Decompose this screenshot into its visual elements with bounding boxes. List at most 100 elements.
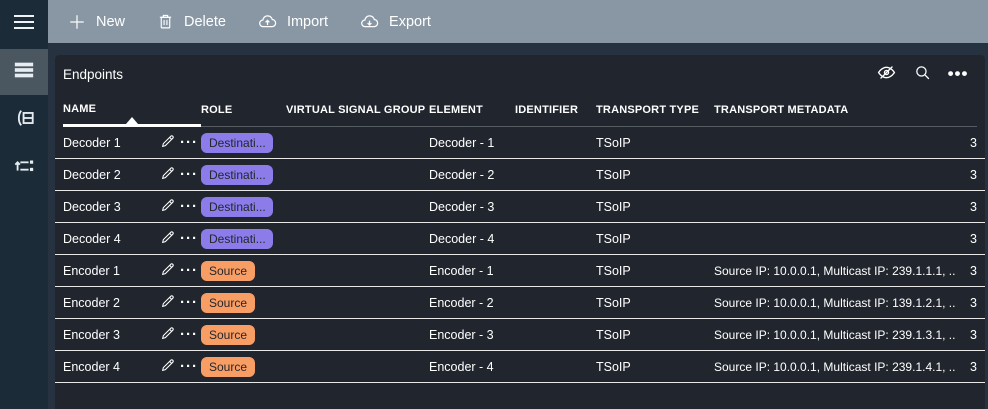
transport-type-cell: TSoIP (596, 135, 631, 150)
pencil-icon (160, 165, 176, 184)
edit-row-button[interactable] (158, 197, 178, 216)
column-header-virtual-signal-group[interactable]: VIRTUAL SIGNAL GROUP (286, 93, 429, 127)
count-cell: 3 (970, 199, 977, 214)
transport-type-cell: TSoIP (596, 263, 631, 278)
sidebar-item-routing[interactable] (0, 145, 48, 191)
row-more-button[interactable]: ··· (178, 135, 200, 150)
identifier-cell (515, 351, 596, 382)
column-header-role[interactable]: ROLE (201, 93, 286, 127)
endpoint-name: Encoder 3 (63, 327, 120, 342)
endpoint-name: Decoder 2 (63, 167, 121, 182)
identifier-cell (515, 319, 596, 350)
identifier-cell (515, 223, 596, 254)
column-header-transport-type[interactable]: TRANSPORT TYPE (596, 93, 714, 127)
endpoint-name: Encoder 2 (63, 295, 120, 310)
row-more-button[interactable]: ··· (178, 231, 200, 246)
table-row[interactable]: Decoder 2 ··· Destinati... Decoder - 2 T… (55, 159, 985, 191)
toolbar: New Delete Import Export (48, 0, 988, 43)
role-badge: Source (201, 260, 256, 281)
hamburger-menu-button[interactable] (0, 0, 48, 43)
role-badge: Destinati... (201, 164, 273, 185)
edit-row-button[interactable] (158, 357, 178, 376)
edit-row-button[interactable] (158, 229, 178, 248)
name-cell: Encoder 3 ··· (63, 319, 201, 350)
trash-icon (157, 13, 174, 30)
count-cell: 3 (970, 135, 977, 150)
table-body: Decoder 1 ··· Destinati... Decoder - 1 T… (55, 127, 985, 383)
delete-button[interactable]: Delete (141, 0, 242, 43)
element-cell: Decoder - 2 (429, 167, 495, 182)
panel-actions: ••• (873, 62, 971, 86)
cloud-download-icon (360, 12, 379, 31)
more-options-button[interactable]: ••• (945, 62, 971, 86)
sidebar-item-endpoint-groups[interactable] (0, 97, 48, 143)
transport-type-cell: TSoIP (596, 327, 631, 342)
column-header-transport-metadata[interactable]: TRANSPORT METADATA (714, 93, 955, 127)
element-cell: Decoder - 1 (429, 135, 495, 150)
role-badge: Destinati... (201, 132, 273, 153)
role-badge: Source (201, 292, 256, 313)
edit-row-button[interactable] (158, 165, 178, 184)
transport-type-cell: TSoIP (596, 199, 631, 214)
row-more-button[interactable]: ··· (178, 197, 200, 215)
pencil-icon (160, 325, 176, 344)
row-more-button[interactable]: ··· (178, 325, 200, 343)
import-button[interactable]: Import (242, 0, 344, 43)
export-button-label: Export (389, 13, 431, 30)
row-more-button[interactable]: ··· (178, 167, 200, 182)
role-cell: Destinati... (201, 223, 286, 254)
row-more-button[interactable]: ··· (178, 359, 200, 374)
row-more-button[interactable]: ··· (178, 263, 200, 278)
count-cell: 3 (970, 359, 977, 374)
new-button[interactable]: New (52, 0, 141, 43)
row-ellipsis-icon: ··· (180, 197, 198, 215)
column-header-element[interactable]: ELEMENT (429, 93, 515, 127)
transport-type-cell: TSoIP (596, 231, 631, 246)
edit-row-button[interactable] (158, 133, 178, 152)
role-badge: Destinati... (201, 228, 273, 249)
group-icon (13, 107, 35, 134)
table-row[interactable]: Encoder 4 ··· Source Encoder - 4 TSoIP S… (55, 351, 985, 383)
edit-row-button[interactable] (158, 261, 178, 280)
role-cell: Destinati... (201, 127, 286, 158)
routing-icon (13, 155, 35, 182)
role-cell: Destinati... (201, 191, 286, 222)
pencil-icon (160, 197, 176, 216)
virtual-signal-group-cell (286, 191, 429, 222)
role-badge: Source (201, 356, 256, 377)
table-row[interactable]: Decoder 4 ··· Destinati... Decoder - 4 T… (55, 223, 985, 255)
count-cell: 3 (970, 295, 977, 310)
virtual-signal-group-cell (286, 287, 429, 318)
hide-columns-button[interactable] (873, 62, 899, 86)
element-cell: Encoder - 1 (429, 263, 494, 278)
row-more-button[interactable]: ··· (178, 295, 200, 310)
table-row[interactable]: Encoder 1 ··· Source Encoder - 1 TSoIP S… (55, 255, 985, 287)
export-button[interactable]: Export (344, 0, 447, 43)
table-row[interactable]: Decoder 1 ··· Destinati... Decoder - 1 T… (55, 127, 985, 159)
table-row[interactable]: Encoder 3 ··· Source Encoder - 3 TSoIP S… (55, 319, 985, 351)
transport-type-cell: TSoIP (596, 295, 631, 310)
search-button[interactable] (909, 62, 935, 86)
sidebar-item-endpoints[interactable] (0, 49, 48, 95)
element-cell: Encoder - 3 (429, 327, 494, 342)
endpoint-name: Encoder 4 (63, 359, 120, 374)
table-row[interactable]: Encoder 2 ··· Source Encoder - 2 TSoIP S… (55, 287, 985, 319)
role-badge: Destinati... (201, 196, 273, 217)
pencil-icon (160, 229, 176, 248)
virtual-signal-group-cell (286, 319, 429, 350)
edit-row-button[interactable] (158, 293, 178, 312)
row-ellipsis-icon: ··· (180, 325, 198, 343)
element-cell: Encoder - 4 (429, 359, 494, 374)
transport-metadata-cell (714, 223, 955, 254)
sidebar (0, 0, 48, 409)
pencil-icon (160, 133, 176, 152)
table-header: NAME ROLE VIRTUAL SIGNAL GROUP ELEMENT I… (55, 93, 985, 127)
name-cell: Encoder 4 ··· (63, 351, 201, 382)
column-header-count[interactable] (955, 93, 977, 127)
column-header-identifier[interactable]: IDENTIFIER (515, 93, 596, 127)
count-cell: 3 (970, 263, 977, 278)
column-header-name[interactable]: NAME (63, 93, 201, 127)
edit-row-button[interactable] (158, 325, 178, 344)
table-row[interactable]: Decoder 3 ··· Destinati... Decoder - 3 T… (55, 191, 985, 223)
count-cell: 3 (970, 231, 977, 246)
